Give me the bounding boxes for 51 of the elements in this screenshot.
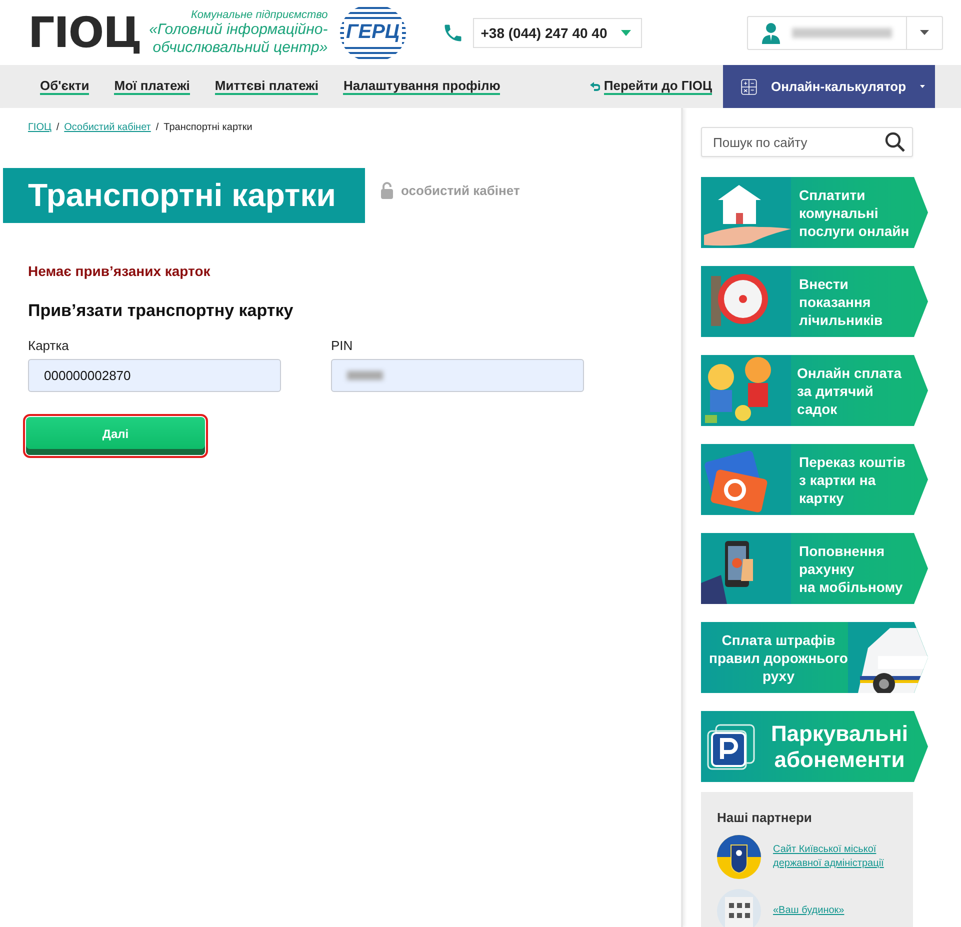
service-banner[interactable]: Онлайн сплата за дитячий садок [701, 355, 928, 426]
service-banner[interactable]: Паркувальні абонементи [701, 711, 928, 782]
service-banner[interactable]: Сплата штрафів правил дорожнього руху [701, 622, 928, 693]
org-name-text: «Головний інформаційно- обчислювальний центр» [149, 20, 328, 56]
partner-link[interactable]: Сайт Київської міської державної адміністрації [773, 843, 884, 871]
service-banner[interactable]: Сплатити комунальні послуги онлайн [701, 177, 928, 248]
return-icon [590, 82, 600, 92]
service-banner[interactable]: Переказ коштів з картки на картку [701, 444, 928, 515]
breadcrumb-link[interactable]: ГІОЦ [28, 122, 52, 133]
notice-text: Немає прив’язаних карток [28, 263, 212, 279]
banner-text: Внести показання лічильників [798, 274, 884, 328]
caret-icon [920, 30, 929, 35]
caret-icon [621, 30, 632, 36]
account-menu[interactable] [747, 16, 943, 50]
banner-text: Сплатити комунальні послуги онлайн [798, 186, 910, 240]
back-link[interactable]: Перейти до ГІОЦ [604, 78, 712, 95]
next-button[interactable]: Далі [26, 417, 205, 455]
calculator-menu-button[interactable]: Онлайн-калькулятор [723, 65, 935, 108]
field-label: PIN [331, 338, 354, 353]
search-icon[interactable] [885, 132, 905, 152]
banner-text: Онлайн сплата за дитячий садок [796, 364, 903, 418]
service-banner[interactable]: Внести показання лічильників [701, 266, 928, 337]
partner-link[interactable]: «Ваш будинок» [773, 904, 844, 918]
site-logo[interactable]: ГІОЦ [28, 12, 142, 54]
nav-link[interactable]: Миттєві платежі [214, 78, 318, 95]
caret-icon [920, 84, 925, 89]
lock-icon [381, 182, 393, 199]
phone-select[interactable]: +38 (044) 247 40 40 [472, 18, 642, 48]
nav-link[interactable]: Об'єкти [40, 78, 90, 95]
service-banner[interactable]: Поповнення рахунку на мобільному [701, 533, 928, 604]
pin-field[interactable] [331, 359, 584, 392]
banner-text: Поповнення рахунку на мобільному [798, 542, 904, 596]
breadcrumb-link[interactable]: Особистий кабінет [64, 122, 151, 133]
parking-icon [707, 724, 755, 770]
section-note: особистий кабінет [401, 183, 520, 198]
breadcrumb-current: Транспортні картки [164, 122, 252, 133]
user-icon [762, 22, 780, 44]
page-title: Транспортні картки [3, 168, 365, 223]
nav-link[interactable]: Мої платежі [114, 78, 190, 95]
partners-title: Наші партнери [717, 810, 813, 825]
card-number-field[interactable]: 000000002870 [28, 359, 281, 392]
nav-link[interactable]: Налаштування профілю [343, 78, 500, 95]
breadcrumb-separator: / [56, 122, 60, 133]
banner-text: Переказ коштів з картки на картку [798, 452, 906, 506]
org-type-text: Комунальне підприємство [190, 8, 328, 20]
banner-text: Сплата штрафів правил дорожнього руху [708, 630, 848, 684]
form-title: Прив’язати транспортну картку [28, 301, 294, 321]
search-field[interactable]: Пошук по сайту [701, 127, 913, 157]
banner-text: Паркувальні абонементи [770, 720, 910, 772]
field-label: Картка [28, 338, 70, 353]
breadcrumb-separator: / [156, 122, 159, 133]
